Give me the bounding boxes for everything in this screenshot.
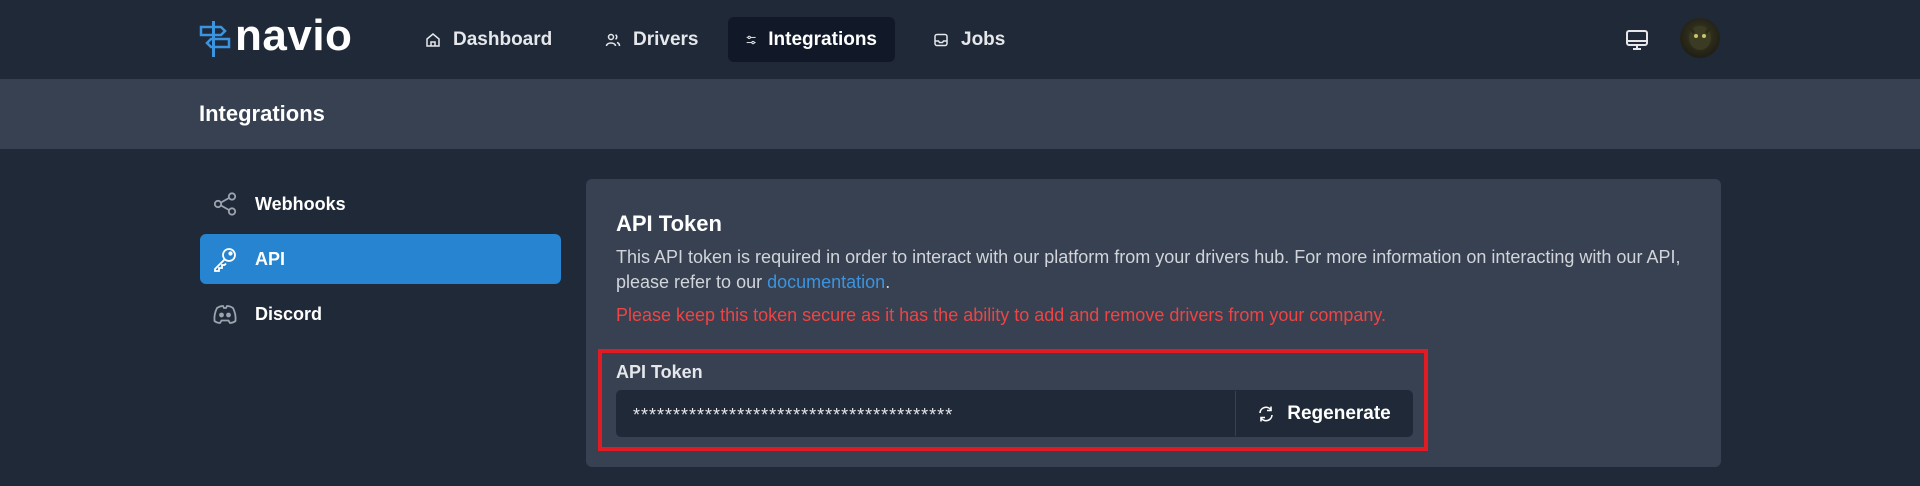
- discord-icon: [213, 305, 237, 324]
- security-warning: Please keep this token secure as it has …: [616, 305, 1387, 325]
- sidebar-item-label: Webhooks: [255, 193, 346, 214]
- sidebar-item-webhooks[interactable]: Webhooks: [200, 179, 561, 229]
- page-header: Integrations: [0, 79, 1920, 149]
- key-icon: [214, 248, 236, 272]
- nav-integrations-label: Integrations: [768, 28, 877, 50]
- page-title: Integrations: [199, 101, 325, 126]
- nav-dashboard[interactable]: Dashboard: [407, 17, 570, 62]
- description-end: .: [885, 272, 891, 292]
- sliders-icon: [746, 35, 756, 44]
- avatar-image: [1688, 26, 1712, 50]
- card-description: This API token is required in order to i…: [616, 245, 1691, 295]
- api-token-input[interactable]: [617, 391, 1235, 436]
- token-field-label: API Token: [616, 362, 703, 382]
- sidebar-item-discord[interactable]: Discord: [200, 289, 561, 339]
- sidebar-item-label: API: [255, 248, 286, 269]
- signpost-icon: [199, 21, 231, 57]
- nav-jobs[interactable]: Jobs: [915, 17, 1023, 62]
- nav-jobs-label: Jobs: [961, 28, 1006, 50]
- sidebar-item-api[interactable]: API: [200, 234, 561, 284]
- sidebar-item-label: Discord: [255, 303, 323, 324]
- display-toggle-button[interactable]: [1624, 27, 1650, 53]
- nav-drivers[interactable]: Drivers: [587, 17, 717, 62]
- card-title: API Token: [616, 211, 722, 236]
- top-navbar: navio Dashboard Drivers Integrations Job…: [0, 0, 1920, 79]
- inbox-icon: [934, 33, 948, 46]
- api-token-card: API Token This API token is required in …: [586, 179, 1721, 467]
- nav-integrations[interactable]: Integrations: [728, 17, 895, 62]
- regenerate-label: Regenerate: [1287, 402, 1391, 424]
- nav-dashboard-label: Dashboard: [453, 28, 553, 50]
- home-icon: [426, 32, 440, 47]
- refresh-icon: [1259, 406, 1274, 421]
- token-input-group: Regenerate: [616, 390, 1413, 437]
- regenerate-button[interactable]: Regenerate: [1235, 391, 1412, 436]
- documentation-link[interactable]: documentation: [767, 272, 885, 292]
- share-icon: [213, 192, 237, 216]
- users-icon: [605, 33, 621, 46]
- brand-name: navio: [235, 11, 353, 60]
- user-avatar[interactable]: [1680, 18, 1720, 58]
- nav-drivers-label: Drivers: [633, 28, 699, 50]
- brand-logo[interactable]: navio: [199, 11, 353, 60]
- monitor-icon: [1626, 30, 1648, 50]
